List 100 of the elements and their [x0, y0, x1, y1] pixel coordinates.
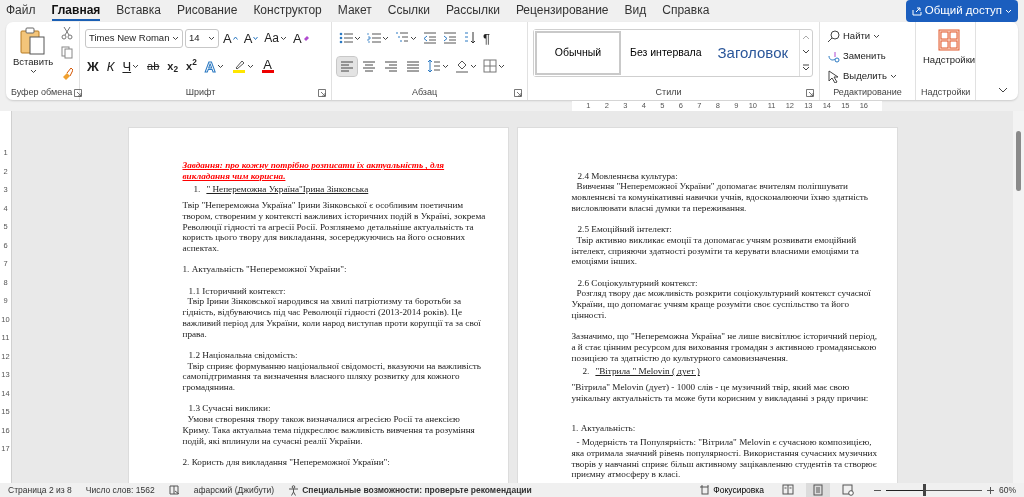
search-icon — [827, 29, 840, 43]
sort-icon — [463, 31, 477, 45]
decrease-indent-button[interactable] — [421, 30, 439, 46]
paragraph: Розгляд твору дає можливість розкрити соціокультурний контекст сучасної України, що допомагає учням краще розуміти своє суспільство та його цінності. — [571, 288, 872, 321]
align-left-button[interactable] — [337, 56, 357, 76]
menu-tab[interactable]: Вид — [624, 1, 647, 21]
page-icon — [812, 484, 824, 496]
bullets-button[interactable] — [337, 30, 363, 46]
menu-tab[interactable]: Рецензирование — [515, 1, 609, 21]
shrink-font-button[interactable]: A — [241, 30, 261, 46]
menu-tab[interactable]: Макет — [337, 1, 372, 21]
paragraph: Умови створення твору також визначалися агресією Росії та анексією Криму. Така актуальна тема підкреслює важливість вивчення та розуміння подій, які вплинули на сучасні реалії України. — [182, 414, 476, 447]
paragraph: Твір сприяє формуванню національної свідомості, вказуючи на важливість самопідтримання та визначення власного шляху розвитку для кожного громадянина. — [182, 360, 483, 393]
highlighter-icon — [231, 59, 246, 73]
eraser-icon — [302, 35, 310, 41]
section-heading: 2. Користь для викладання "Непереможної України": — [182, 456, 391, 468]
font-color-button[interactable]: A — [259, 58, 276, 74]
numbering-button[interactable] — [365, 30, 391, 46]
scroll-down-icon — [802, 49, 810, 55]
list-heading: " Непереможна Україна"Ірина Зінковська — [206, 184, 369, 196]
subsection-heading: 2.6 Соціокультурний контекст: — [576, 277, 699, 289]
bold-button[interactable]: Ж — [85, 58, 101, 74]
subsection-heading: 2.4 Мовленнєва культура: — [576, 170, 679, 182]
plus-icon[interactable] — [987, 486, 994, 494]
paste-button[interactable]: Вставить — [11, 25, 56, 86]
group-label: Стили — [654, 86, 683, 100]
shading-button[interactable] — [453, 58, 479, 74]
paint-bucket-icon — [455, 59, 469, 73]
select-button[interactable]: Выделить — [825, 66, 899, 86]
caret-icon — [410, 35, 417, 41]
add-ins-button[interactable]: Надстройки — [921, 28, 978, 86]
menu-tab[interactable]: Файл — [6, 1, 36, 21]
menu-tab[interactable]: Ссылки — [387, 1, 430, 21]
align-left-icon — [340, 59, 354, 73]
copy-button[interactable] — [59, 45, 76, 61]
accessibility-icon — [288, 484, 300, 496]
strike-button[interactable]: ab — [145, 59, 162, 73]
italic-button[interactable]: К — [104, 58, 117, 74]
increase-indent-icon — [443, 31, 457, 45]
align-justify-icon — [406, 59, 420, 73]
paragraph: "Вітрила" Melovin (дует) - 1000 слів - це музичний твір, який має свою унікальну актуальність та може бути корисним у викладанні з ряду причин: — [571, 382, 870, 404]
show-marks-button[interactable]: ¶ — [481, 30, 492, 46]
grow-font-button[interactable]: A — [221, 30, 240, 46]
subscript-button[interactable]: x$_{2}$ — [165, 59, 181, 73]
line-spacing-icon — [427, 59, 441, 73]
menu-tab[interactable]: Вставка — [116, 1, 161, 21]
find-button[interactable]: Найти — [825, 26, 899, 46]
section-heading: 1. Актуальність "Непереможної України": — [182, 264, 348, 275]
scroll-up-icon — [802, 34, 810, 40]
style-option[interactable]: Обычный — [534, 30, 622, 76]
caret-icon — [29, 68, 37, 74]
paragraph: Твір активно викликає емоції та допомагає учням розвивати емоційний інтелект, сприяючи здатності розуміти та керувати власними емоціями та емоціями інших. — [571, 234, 860, 267]
scissors-icon — [61, 26, 74, 40]
share-button[interactable]: Общий доступ — [905, 0, 1018, 22]
slider-thumb[interactable] — [923, 484, 927, 496]
menu-tab[interactable]: Конструктор — [253, 1, 322, 21]
underline-button[interactable]: Ч — [120, 58, 142, 74]
font-size-field[interactable]: 14 — [185, 28, 219, 48]
zoom-level[interactable]: 60% — [999, 483, 1016, 497]
copy-icon — [61, 46, 74, 60]
page-count[interactable]: Страница 2 из 8 — [8, 483, 72, 497]
replace-icon — [827, 49, 840, 63]
caret-icon — [889, 73, 897, 79]
group-label: Редактирование — [832, 86, 903, 100]
word-count[interactable]: Число слов: 1562 — [85, 483, 155, 497]
dialog-launcher-icon — [318, 89, 326, 97]
accessibility-status[interactable]: Специальные возможности: проверьте рекомендации — [302, 483, 532, 497]
superscript-button[interactable]: x$^{2}$ — [184, 59, 199, 73]
chevron-down-icon — [998, 87, 1008, 93]
view-button[interactable] — [806, 483, 830, 497]
change-case-button[interactable]: Aa — [262, 31, 290, 45]
font-name-field[interactable]: Times New Roman — [85, 28, 183, 48]
focus-button[interactable]: Фокусировка — [694, 483, 770, 497]
caret-icon — [132, 63, 140, 69]
line-spacing-button[interactable] — [425, 58, 451, 74]
list-number: 2. — [582, 366, 590, 377]
numbered-list-icon — [367, 31, 381, 45]
caret-icon — [382, 35, 389, 41]
caret-icon — [1005, 8, 1012, 14]
share-icon — [911, 6, 922, 16]
proofing-icon[interactable] — [168, 485, 180, 495]
clear-formatting-button[interactable]: A — [291, 30, 312, 46]
list-heading: "Вітрила " Melovin ( дует ) — [595, 366, 700, 377]
menu-tab[interactable]: Рассылки — [446, 1, 500, 21]
scrollbar-thumb[interactable] — [1016, 131, 1021, 191]
caret-icon — [280, 35, 288, 41]
menu-tab[interactable]: Справка — [662, 1, 710, 21]
replace-button[interactable]: Заменить — [825, 46, 899, 66]
cut-button[interactable] — [59, 25, 76, 41]
focus-icon — [700, 485, 711, 495]
menu-tab[interactable]: Главная — [51, 1, 101, 21]
borders-icon — [483, 59, 497, 73]
menu-tab[interactable]: Рисование — [176, 1, 238, 21]
collapse-ribbon-button[interactable] — [996, 86, 1010, 94]
more-icon — [802, 64, 810, 72]
paragraph: Твір Ірини Зінковської народився на хвилі патріотизму та боротьби за гідність, відбуваючись під час Революції гідності (2013-2014 років). Це важливий період для України, коли народ виступав проти корупції та за свої права. — [182, 296, 482, 340]
increase-indent-button[interactable] — [441, 30, 459, 46]
paragraph: - Модерність та Популярність: "Вітрила" Melovin є сучасною композицією, яка отримала значний рівень популярності. Використання сучасних музичних творів у навчанні сприяє більш активному зацікавленню студентів та створює приємну атмосферу в класі. — [571, 437, 879, 480]
language-indicator[interactable]: афарский (Джибути) — [193, 483, 275, 497]
caret-icon — [208, 35, 215, 41]
